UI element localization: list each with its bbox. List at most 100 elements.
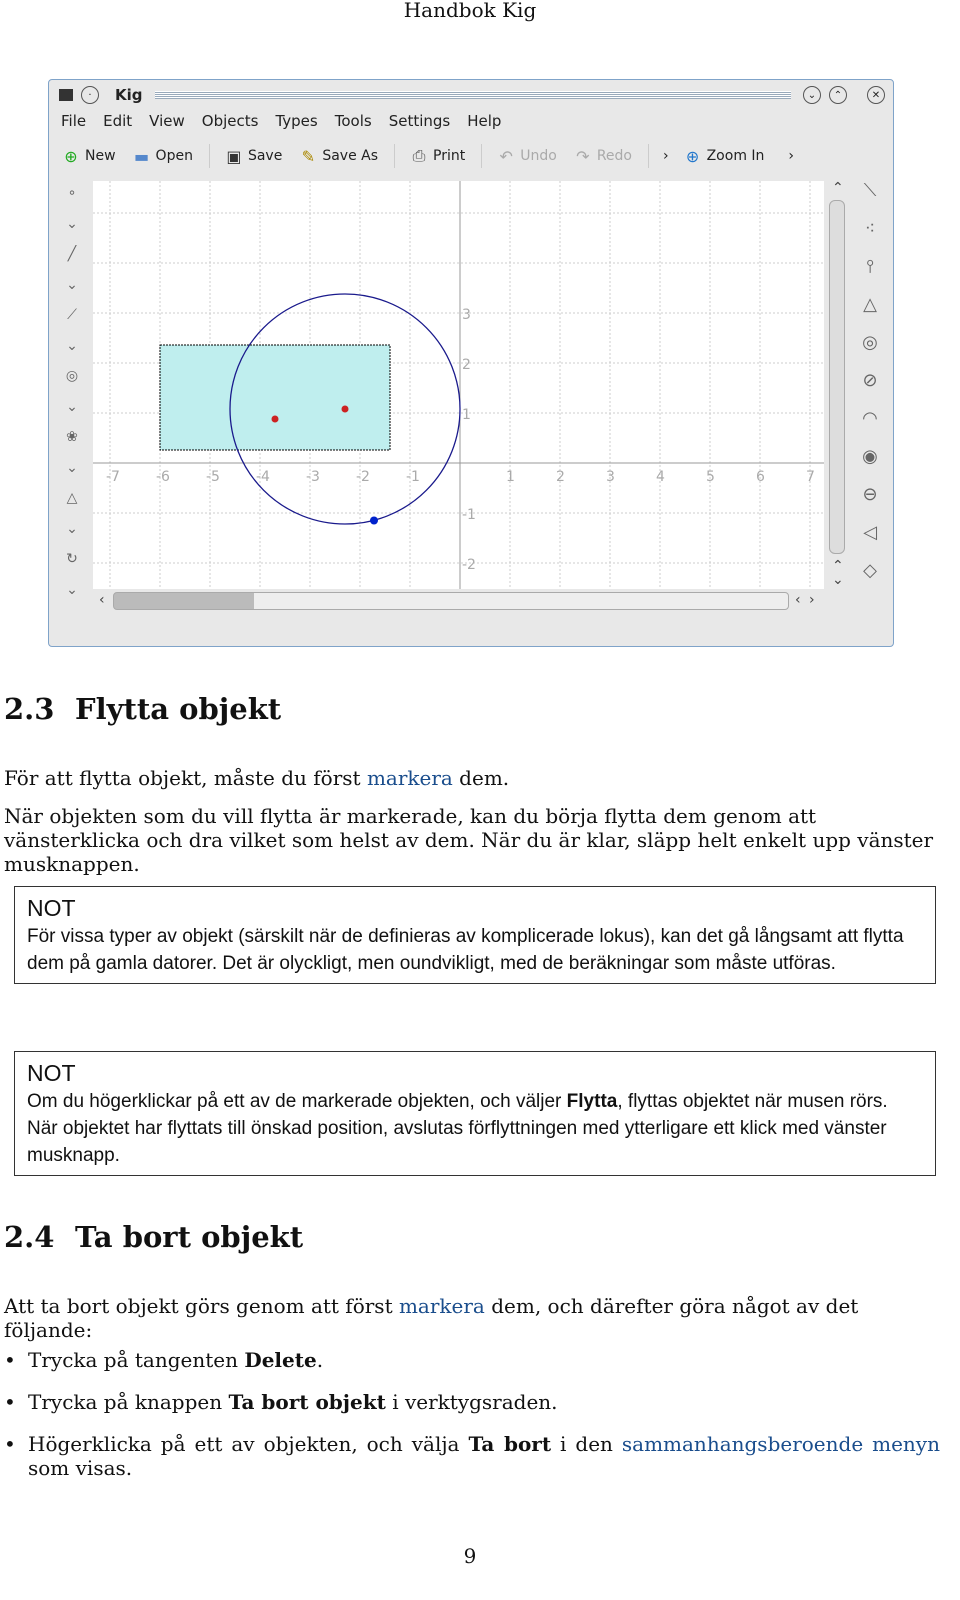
new-button[interactable]: ⊕ New [61,146,115,166]
zoom-in-button[interactable]: ⊕ Zoom In [683,146,765,166]
triangle-tool-icon[interactable]: △ [855,294,885,332]
undo-icon: ↶ [499,146,513,166]
markera-link[interactable]: markera [367,766,453,790]
chevron-down-icon[interactable]: ⌄ [57,582,87,613]
save-button[interactable]: ▣ Save [224,146,282,166]
polygon-tool-icon[interactable]: △ [57,490,87,521]
page-number: 9 [463,1544,477,1568]
redo-icon: ↷ [576,146,590,166]
menu-tools[interactable]: Tools [335,112,372,130]
save-as-button[interactable]: ✎ Save As [298,146,378,166]
toolbar-overflow-left[interactable]: › [663,148,669,164]
chevron-down-icon[interactable]: ⌄ [57,338,87,369]
title-bar: · Kig ⌄ ⌃ ✕ [49,80,893,110]
conic-tool-icon[interactable]: ❀ [57,429,87,460]
x-tick-label: 6 [756,469,765,485]
menu-view[interactable]: View [149,112,185,130]
note-title: NOT [27,1060,76,1086]
rotate-tool-icon[interactable]: ◁ [855,522,885,560]
menu-circle-icon[interactable]: · [81,86,99,104]
x-tick-label: -3 [306,469,320,485]
folder-open-icon: ▬ [133,146,150,166]
red-point [271,415,279,423]
minimize-button[interactable]: ⌄ [803,86,821,104]
x-tick-label: -1 [406,469,420,485]
midpoint-tool-icon[interactable]: ⁖ [855,218,885,256]
menu-help[interactable]: Help [467,112,501,130]
scroll-up-icon[interactable]: ⌃ [832,180,844,196]
menu-bar: File Edit View Objects Types Tools Setti… [61,112,501,130]
segment-tool-icon[interactable]: ⟋ [57,307,87,338]
undo-button[interactable]: ↶ Undo [496,146,557,166]
drawing-canvas[interactable]: -7-6-5-4-3-2-11234567321-1-2-3-4 [93,181,824,589]
x-tick-label: -4 [256,469,270,485]
intersection-tool-icon[interactable]: ⊘ [855,370,885,408]
list-item: Trycka på tangenten Delete. [4,1348,940,1372]
tangent-tool-icon[interactable]: ⟍ [855,180,885,218]
red-point [341,405,349,413]
close-button[interactable]: ✕ [867,86,885,104]
chevron-down-icon[interactable]: ⌄ [57,460,87,491]
save-as-icon: ✎ [301,146,316,166]
app-icon [59,89,73,101]
x-tick-label: -6 [156,469,170,485]
section-heading-2-3: 2.3 Flytta objekt [4,692,282,726]
chevron-down-icon[interactable]: ⌄ [57,521,87,552]
paragraph: För att flytta objekt, måste du först ma… [4,766,510,790]
transform-tool-icon[interactable]: ↻ [57,551,87,582]
scale-tool-icon[interactable]: ◇ [855,560,885,598]
kig-window: · Kig ⌄ ⌃ ✕ File Edit View Objects Types… [48,79,894,647]
x-tick-label: -5 [206,469,220,485]
note-title: NOT [27,895,76,921]
chevron-down-icon[interactable]: ⌄ [57,216,87,247]
x-tick-label: 4 [656,469,665,485]
scroll-right-icon[interactable]: › [809,592,815,608]
context-menu-link[interactable]: sammanhangsberoende menyn [622,1432,940,1456]
open-button[interactable]: ▬ Open [132,146,193,166]
redo-button[interactable]: ↷ Redo [573,146,632,166]
window-title: Kig [115,86,143,104]
scroll-down-icon[interactable]: ⌄ [832,572,844,588]
markera-link[interactable]: markera [399,1294,485,1318]
menu-types[interactable]: Types [275,112,317,130]
toolbar-overflow-right[interactable]: › [788,148,794,164]
list-item: Högerklicka på ett av objekten, och välj… [4,1432,940,1480]
circle-center-tool-icon[interactable]: ◉ [855,446,885,484]
paragraph: När objekten som du vill flytta är marke… [4,804,934,876]
zoom-in-icon: ⊕ [685,146,700,166]
line-tool-icon[interactable]: ╱ [57,246,87,277]
menu-file[interactable]: File [61,112,86,130]
paragraph: Att ta bort objekt görs genom att först … [4,1294,859,1342]
circle-line-tool-icon[interactable]: ⊖ [855,484,885,522]
spiral-tool-icon[interactable]: ◎ [855,332,885,370]
circle-tool-icon[interactable]: ◎ [57,368,87,399]
scroll-left-icon[interactable]: ‹ [795,592,801,608]
bullet-list: Trycka på tangenten Delete. Trycka på kn… [4,1348,940,1498]
scroll-left-icon[interactable]: ‹ [99,592,105,608]
chevron-down-icon[interactable]: ⌄ [57,277,87,308]
section-heading-2-4: 2.4 Ta bort objekt [4,1220,304,1254]
x-tick-label: -7 [106,469,120,485]
right-toolbar: ⟍ ⁖ ⫯ △ ◎ ⊘ ◠ ◉ ⊖ ◁ ◇ [855,180,885,598]
y-tick-label: -2 [462,557,476,573]
printer-icon: ⎙ [412,146,426,165]
blue-point [370,516,378,525]
vertical-scrollbar[interactable] [829,200,845,554]
print-button[interactable]: ⎙ Print [409,146,466,166]
menu-edit[interactable]: Edit [103,112,132,130]
x-tick-label: 1 [506,469,515,485]
horizontal-scrollbar[interactable] [113,592,789,610]
arc-tool-icon[interactable]: ◠ [855,408,885,446]
y-tick-label: -1 [462,507,476,523]
list-item: Trycka på knappen Ta bort objekt i verkt… [4,1390,940,1414]
point-tool-icon[interactable]: ∘ [57,185,87,216]
x-tick-label: 7 [806,469,815,485]
menu-objects[interactable]: Objects [202,112,259,130]
y-tick-label: 1 [462,407,471,423]
x-tick-label: -2 [356,469,370,485]
mirror-tool-icon[interactable]: ⫯ [855,256,885,294]
chevron-down-icon[interactable]: ⌄ [57,399,87,430]
menu-settings[interactable]: Settings [389,112,451,130]
new-document-icon: ⊕ [64,146,78,166]
maximize-button[interactable]: ⌃ [829,86,847,104]
